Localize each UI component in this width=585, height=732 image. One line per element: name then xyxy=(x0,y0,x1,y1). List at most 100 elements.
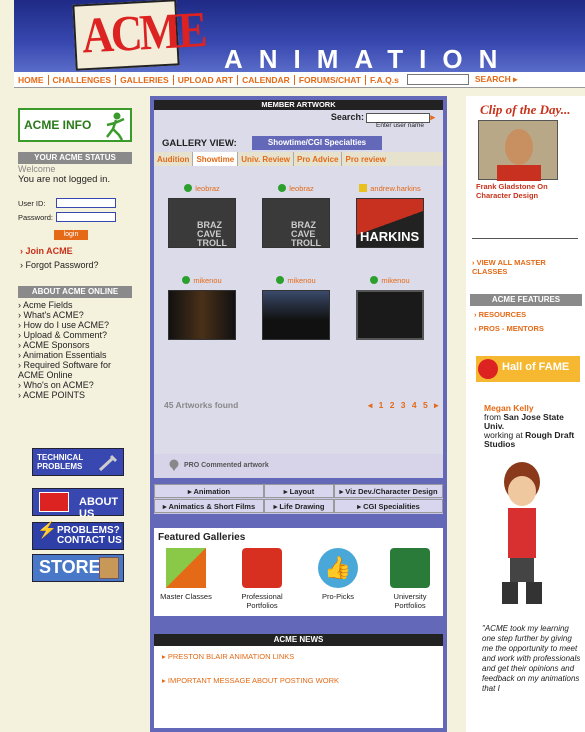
password-label: Password: xyxy=(18,212,54,222)
clip-image[interactable] xyxy=(478,120,558,181)
artwork-thumb[interactable]: mikenou xyxy=(164,274,240,340)
pro-commented-legend: PRO Commented artwork xyxy=(154,454,443,478)
link-animation-essentials[interactable]: › Animation Essentials xyxy=(18,350,132,360)
link-acme-points[interactable]: › ACME POINTS xyxy=(18,390,132,400)
search-label: Search: xyxy=(330,112,364,122)
nav-calendar[interactable]: CALENDAR xyxy=(238,74,295,85)
resources-link[interactable]: › RESOURCES xyxy=(474,310,526,319)
artwork-image[interactable] xyxy=(356,290,424,340)
forgot-password-link[interactable]: › Forgot Password? xyxy=(20,260,99,270)
artwork-thumb[interactable]: mikenou xyxy=(258,274,334,340)
featured-title: Featured Galleries xyxy=(158,532,246,543)
nav-galleries[interactable]: GALLERIES xyxy=(116,74,174,85)
artwork-user[interactable]: mikenou xyxy=(381,276,409,285)
subtab-audition[interactable]: Audition xyxy=(154,152,194,166)
member-character-illustration xyxy=(490,462,556,612)
nav-challenges[interactable]: CHALLENGES xyxy=(49,74,117,85)
online-links: › Acme Fields › What's ACME? › How do I … xyxy=(18,300,132,400)
gallery-tab-showtime-cgi[interactable]: Showtime/CGI Specialties xyxy=(252,136,382,150)
pagination[interactable]: ◂ 1 2 3 4 5 ▸ xyxy=(368,400,440,411)
subtab-univ-review[interactable]: Univ. Review xyxy=(238,152,294,166)
nav-search-button[interactable]: SEARCH ▸ xyxy=(475,74,518,85)
divider xyxy=(472,238,578,239)
login-button[interactable]: login xyxy=(54,230,88,240)
artwork-user[interactable]: leobraz xyxy=(195,184,220,193)
artwork-image[interactable] xyxy=(168,290,236,340)
pros-mentors-link[interactable]: › PROS - MENTORS xyxy=(474,324,544,333)
link-required-software[interactable]: › Required Software for ACME Online xyxy=(18,360,132,380)
join-acme-link[interactable]: › Join ACME xyxy=(20,246,73,256)
directors-chair-icon xyxy=(166,548,206,588)
artwork-thumb[interactable]: leobraz BRAZ CAVE TROLL xyxy=(164,182,240,248)
link-whos-on[interactable]: › Who's on ACME? xyxy=(18,380,132,390)
nav-forums-chat[interactable]: FORUMS/CHAT xyxy=(295,74,366,85)
search-go-icon[interactable]: ▸ xyxy=(430,112,435,122)
artwork-user[interactable]: mikenou xyxy=(193,276,221,285)
online-status-icon xyxy=(276,276,285,284)
gallery-subtabs: Audition Showtime Univ. Review Pro Advic… xyxy=(154,152,443,166)
featured-professional-portfolios[interactable]: Professional Portfolios xyxy=(232,548,292,610)
nav-faq[interactable]: F.A.Q.s xyxy=(366,75,403,85)
store-banner[interactable]: STORE xyxy=(32,554,124,582)
online-header: ABOUT ACME ONLINE xyxy=(18,286,132,298)
category-nav: ▸ Animation ▸ Layout ▸ Viz Dev./Characte… xyxy=(154,484,443,514)
subtab-showtime[interactable]: Showtime xyxy=(193,152,239,166)
link-how-use[interactable]: › How do I use ACME? xyxy=(18,320,132,330)
artwork-image[interactable]: HARKINS xyxy=(356,198,424,248)
category-life-drawing[interactable]: ▸ Life Drawing xyxy=(264,499,334,513)
online-status-icon xyxy=(278,184,287,192)
technical-problems-banner[interactable]: TECHNICAL PROBLEMS xyxy=(32,448,124,476)
artwork-thumb[interactable]: mikenou xyxy=(352,274,428,340)
clip-of-the-day-title: Clip of the Day... xyxy=(480,102,571,117)
nav-home[interactable]: HOME xyxy=(14,74,49,85)
nav-search-input[interactable] xyxy=(406,74,469,85)
artwork-image[interactable] xyxy=(262,290,330,340)
category-cgi[interactable]: ▸ CGI Specialities xyxy=(334,499,443,513)
running-figure-icon xyxy=(106,112,125,141)
welcome-text: Welcome xyxy=(18,164,56,174)
category-animation[interactable]: ▸ Animation xyxy=(154,484,264,498)
acme-info-logo[interactable]: ACME INFO xyxy=(18,108,132,142)
about-us-banner[interactable]: ABOUT US xyxy=(32,488,124,520)
link-upload-comment[interactable]: › Upload & Comment? xyxy=(18,330,132,340)
acme-logo[interactable]: ACME xyxy=(72,0,206,71)
nav-upload-art[interactable]: UPLOAD ART xyxy=(174,74,239,85)
status-box: Welcome You are not logged in. xyxy=(18,164,132,185)
news-item[interactable]: ▸ PRESTON BLAIR ANIMATION LINKS xyxy=(162,652,294,661)
artwork-thumb[interactable]: leobraz BRAZ CAVE TROLL xyxy=(258,182,334,248)
login-form: User ID: Password: xyxy=(18,196,132,224)
site-title: ANIMATION xyxy=(224,44,514,74)
artwork-image[interactable]: BRAZ CAVE TROLL xyxy=(262,198,330,248)
link-sponsors[interactable]: › ACME Sponsors xyxy=(18,340,132,350)
member-artwork-header: MEMBER ARTWORK xyxy=(154,100,443,110)
hall-of-fame-banner[interactable]: Hall of FAME xyxy=(476,356,580,382)
featured-galleries: Featured Galleries Master Classes Profes… xyxy=(154,528,443,616)
category-animatics[interactable]: ▸ Animatics & Short Films xyxy=(154,499,264,513)
userid-input[interactable] xyxy=(56,198,116,208)
artwork-image[interactable]: BRAZ CAVE TROLL xyxy=(168,198,236,248)
featured-pro-picks[interactable]: 👍 Pro-Picks xyxy=(308,548,368,601)
view-all-master-classes-link[interactable]: › VIEW ALL MASTER CLASSES xyxy=(472,258,582,276)
site-header: ACME ANIMATION xyxy=(14,0,585,74)
contact-us-banner[interactable]: PROBLEMS? CONTACT US ⚡ xyxy=(32,522,124,550)
featured-master-classes[interactable]: Master Classes xyxy=(156,548,216,601)
link-acme-fields[interactable]: › Acme Fields xyxy=(18,300,132,310)
pro-status-icon xyxy=(359,184,368,192)
featured-university-portfolios[interactable]: University Portfolios xyxy=(380,548,440,610)
top-nav: HOME CHALLENGES GALLERIES UPLOAD ART CAL… xyxy=(14,72,585,88)
artwork-thumb[interactable]: andrew.harkins HARKINS xyxy=(352,182,428,248)
artwork-user[interactable]: mikenou xyxy=(287,276,315,285)
subtab-pro-advice[interactable]: Pro Advice xyxy=(294,152,343,166)
artwork-user[interactable]: leobraz xyxy=(289,184,314,193)
clip-caption[interactable]: Frank Gladstone On Character Design xyxy=(476,182,576,200)
pro-comment-icon xyxy=(169,459,179,471)
thumbs-up-icon: 👍 xyxy=(318,548,358,588)
category-viz-dev[interactable]: ▸ Viz Dev./Character Design xyxy=(334,484,443,498)
password-input[interactable] xyxy=(56,212,116,222)
artwork-user[interactable]: andrew.harkins xyxy=(370,184,420,193)
news-item[interactable]: ▸ IMPORTANT MESSAGE ABOUT POSTING WORK xyxy=(162,676,339,685)
link-whats-acme[interactable]: › What's ACME? xyxy=(18,310,132,320)
acme-badge-icon xyxy=(39,492,69,512)
category-layout[interactable]: ▸ Layout xyxy=(264,484,334,498)
subtab-pro-review[interactable]: Pro review xyxy=(342,152,388,166)
